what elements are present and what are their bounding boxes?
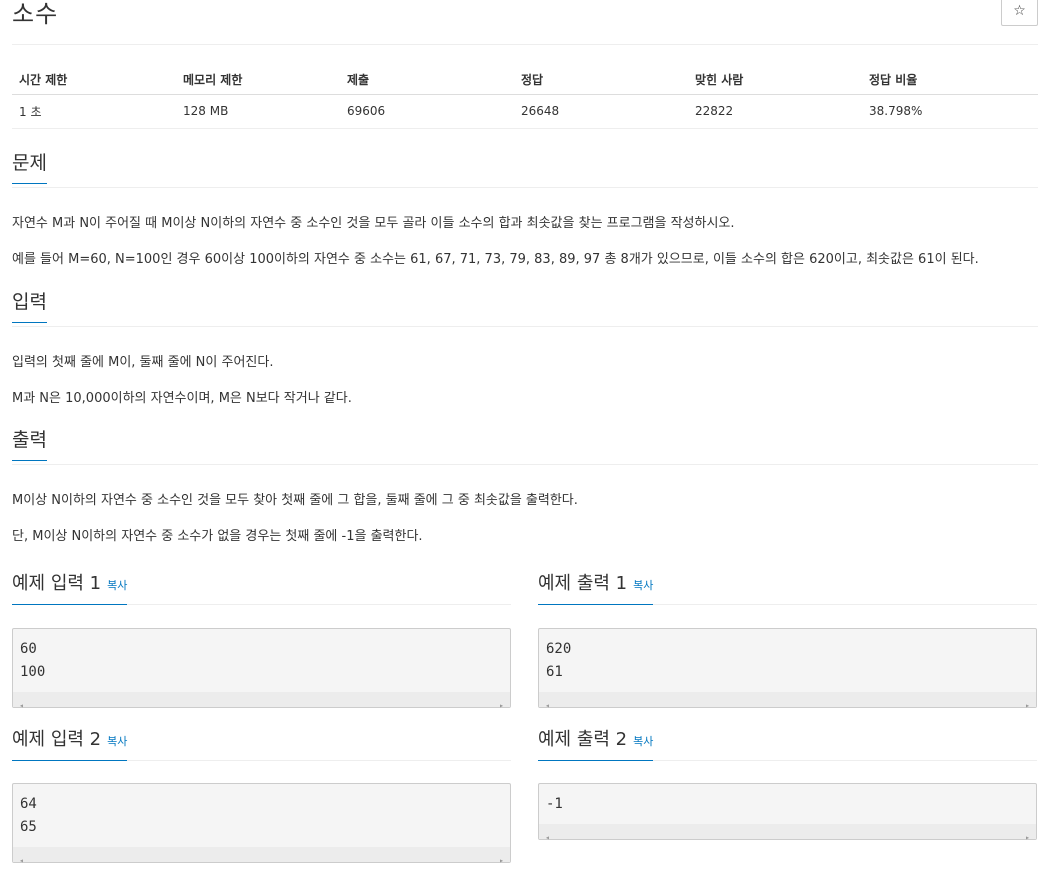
problem-page: 소수 ☆ 시간 제한 메모리 제한 제출 정답 맞힌 사람 정답 비율 1 초 … [0, 0, 1053, 879]
output-paragraph-1: M이상 N이하의 자연수 중 소수인 것을 모두 찾아 첫째 줄에 그 합을, … [12, 493, 578, 508]
input-paragraph-2: M과 N은 10,000이하의 자연수이며, M은 N보다 작거나 같다. [12, 391, 352, 406]
horizontal-scrollbar[interactable]: ◂ ▸ [539, 692, 1036, 710]
sample-line: 61 [546, 664, 563, 680]
scroll-left-icon[interactable]: ◂ [545, 694, 550, 717]
title-row: 소수 ☆ [12, 0, 1038, 45]
output-section: 출력 [12, 429, 1038, 465]
stats-accepted: 26648 [514, 94, 688, 129]
stats-header-solved-users: 맞힌 사람 [688, 65, 862, 95]
section-heading-input: 입력 [12, 291, 47, 323]
stats-header-submissions: 제출 [340, 65, 514, 95]
section-heading-output: 출력 [12, 429, 47, 461]
stats-header-time-limit: 시간 제한 [12, 65, 176, 95]
input-section: 입력 [12, 291, 1038, 327]
section-heading-description: 문제 [12, 152, 47, 184]
scroll-left-icon[interactable]: ◂ [19, 694, 24, 717]
star-icon: ☆ [1013, 3, 1026, 19]
description-paragraph-1: 자연수 M과 N이 주어질 때 M이상 N이하의 자연수 중 소수인 것을 모두… [12, 216, 735, 231]
stats-memory-limit: 128 MB [176, 94, 340, 129]
copy-sample-output-1-link[interactable]: 복사 [633, 579, 653, 592]
stats-header-memory-limit: 메모리 제한 [176, 65, 340, 95]
stats-header-accepted: 정답 [514, 65, 688, 95]
sample-output-1-header: 예제 출력 1 복사 [538, 572, 1037, 605]
stats-ratio: 38.798% [862, 94, 1038, 129]
sample-input-2-title: 예제 입력 2 [12, 729, 102, 750]
sample-input-1-box[interactable]: 60 100 ◂ ▸ [12, 628, 511, 710]
sample-output-2-box[interactable]: -1 ◂ ▸ [538, 783, 1037, 842]
sample-line: 65 [20, 819, 37, 835]
favorite-button[interactable]: ☆ [1001, 0, 1038, 26]
horizontal-scrollbar[interactable]: ◂ ▸ [539, 824, 1036, 842]
stats-header-ratio: 정답 비율 [862, 65, 1038, 95]
sample-output-1-box[interactable]: 620 61 ◂ ▸ [538, 628, 1037, 710]
sample-output-2-header: 예제 출력 2 복사 [538, 728, 1037, 761]
horizontal-scrollbar[interactable]: ◂ ▸ [13, 847, 510, 865]
sample-line: 64 [20, 796, 37, 812]
copy-sample-input-2-link[interactable]: 복사 [107, 735, 127, 748]
problem-stats-table: 시간 제한 메모리 제한 제출 정답 맞힌 사람 정답 비율 1 초 128 M… [12, 65, 1038, 129]
sample-output-2-title: 예제 출력 2 [538, 729, 628, 750]
scroll-left-icon[interactable]: ◂ [19, 849, 24, 872]
sample-output-1-title: 예제 출력 1 [538, 573, 628, 594]
sample-input-2-box[interactable]: 64 65 ◂ ▸ [12, 783, 511, 865]
sample-input-1-title: 예제 입력 1 [12, 573, 102, 594]
copy-sample-input-1-link[interactable]: 복사 [107, 579, 127, 592]
table-row: 1 초 128 MB 69606 26648 22822 38.798% [12, 94, 1038, 129]
sample-input-1-header: 예제 입력 1 복사 [12, 572, 511, 605]
stats-solved-users: 22822 [688, 94, 862, 129]
scroll-right-icon[interactable]: ▸ [499, 694, 504, 717]
stats-time-limit: 1 초 [12, 94, 176, 129]
sample-line: 620 [546, 641, 572, 657]
stats-submissions: 69606 [340, 94, 514, 129]
output-paragraph-2: 단, M이상 N이하의 자연수 중 소수가 없을 경우는 첫째 줄에 -1을 출… [12, 529, 423, 544]
sample-line: -1 [546, 796, 563, 812]
scroll-right-icon[interactable]: ▸ [1025, 826, 1030, 849]
description-section: 문제 [12, 152, 1038, 188]
scroll-right-icon[interactable]: ▸ [499, 849, 504, 872]
description-paragraph-2: 예를 들어 M=60, N=100인 경우 60이상 100이하의 자연수 중 … [12, 252, 979, 267]
scroll-left-icon[interactable]: ◂ [545, 826, 550, 849]
page-title: 소수 [12, 0, 59, 28]
horizontal-scrollbar[interactable]: ◂ ▸ [13, 692, 510, 710]
scroll-right-icon[interactable]: ▸ [1025, 694, 1030, 717]
sample-input-2-header: 예제 입력 2 복사 [12, 728, 511, 761]
input-paragraph-1: 입력의 첫째 줄에 M이, 둘째 줄에 N이 주어진다. [12, 355, 274, 370]
copy-sample-output-2-link[interactable]: 복사 [633, 735, 653, 748]
sample-line: 60 [20, 641, 37, 657]
sample-line: 100 [20, 664, 46, 680]
